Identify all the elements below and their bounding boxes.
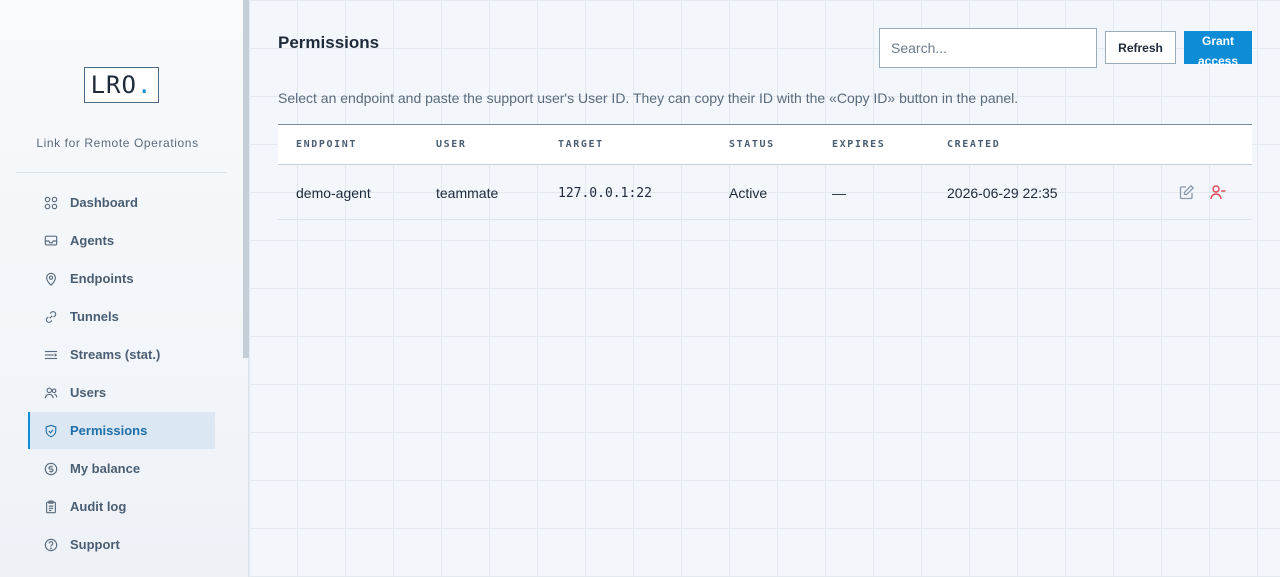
cell-endpoint: demo-agent [296, 185, 371, 201]
table-row: demo-agent teammate 127.0.0.1:22 Active … [278, 165, 1252, 220]
app-tagline: Link for Remote Operations [36, 136, 199, 150]
column-header-status[interactable]: STATUS [729, 139, 775, 150]
logo-text: LRO [90, 71, 137, 99]
logo-dot: . [136, 71, 153, 99]
sidebar-item-label: Audit log [70, 499, 127, 514]
page-description: Select an endpoint and paste the support… [278, 90, 1019, 106]
grant-access-button[interactable]: Grant access [1184, 31, 1252, 68]
sidebar-item-label: My balance [70, 461, 141, 476]
cell-target: 127.0.0.1:22 [558, 186, 652, 201]
cell-status: Active [729, 185, 768, 201]
sidebar-item-label: Endpoints [70, 271, 134, 286]
sidebar-nav: Dashboard Agents Endpoints Tunnels Strea… [28, 184, 215, 564]
clipboard-icon [46, 499, 56, 513]
refresh-button[interactable]: Refresh [1105, 31, 1176, 64]
column-header-endpoint[interactable]: ENDPOINT [296, 139, 357, 150]
sidebar-item-label: Dashboard [70, 195, 138, 210]
page-title: Permissions [278, 33, 380, 52]
dollar-circle-icon [44, 462, 58, 475]
sidebar-item-label: Support [70, 537, 120, 552]
sidebar-item-agents[interactable]: Agents [28, 222, 215, 259]
column-header-user[interactable]: USER [436, 139, 466, 150]
shield-check-icon [45, 424, 57, 437]
permissions-table: ENDPOINT USER TARGET STATUS EXPIRES CREA… [278, 124, 1252, 220]
sidebar-item-label: Streams (stat.) [70, 347, 161, 362]
sidebar-item-support[interactable]: Support [28, 526, 215, 563]
column-header-expires[interactable]: EXPIRES [832, 139, 885, 150]
grid-icon [44, 196, 58, 209]
link-icon [45, 310, 57, 323]
user-minus-icon [1210, 185, 1226, 200]
sidebar-item-users[interactable]: Users [28, 374, 215, 411]
help-circle-icon [44, 538, 58, 551]
location-pin-icon [46, 272, 56, 286]
sidebar-item-label: Agents [70, 233, 115, 248]
main-content: Permissions Refresh Grant access Select … [249, 0, 1280, 577]
sidebar: LRO. Link for Remote Operations Dashboar… [0, 0, 249, 577]
column-header-created[interactable]: CREATED [947, 139, 1000, 150]
revoke-access-button[interactable] [1210, 184, 1228, 202]
table-header: ENDPOINT USER TARGET STATUS EXPIRES CREA… [278, 124, 1252, 165]
sidebar-item-permissions[interactable]: Permissions [28, 412, 215, 449]
sidebar-item-tunnels[interactable]: Tunnels [28, 298, 215, 335]
users-icon [44, 387, 58, 398]
sidebar-item-label: Tunnels [70, 309, 119, 324]
search-input[interactable] [879, 28, 1097, 68]
sidebar-item-label: Users [70, 385, 107, 400]
sidebar-divider [16, 172, 227, 173]
column-header-target[interactable]: TARGET [558, 139, 604, 150]
sidebar-item-endpoints[interactable]: Endpoints [28, 260, 215, 297]
app-logo[interactable]: LRO. [84, 67, 159, 103]
cell-expires: — [832, 185, 846, 201]
sidebar-item-dashboard[interactable]: Dashboard [28, 184, 215, 221]
streams-icon [44, 350, 58, 359]
sidebar-item-my-balance[interactable]: My balance [28, 450, 215, 487]
sidebar-item-streams[interactable]: Streams (stat.) [28, 336, 215, 373]
inbox-icon [44, 235, 58, 246]
sidebar-item-audit-log[interactable]: Audit log [28, 488, 215, 525]
sidebar-item-label: Permissions [70, 423, 148, 438]
cell-created: 2026-06-29 22:35 [947, 185, 1058, 201]
cell-user: teammate [436, 185, 499, 201]
edit-icon [1179, 184, 1195, 200]
edit-button[interactable] [1179, 184, 1197, 202]
